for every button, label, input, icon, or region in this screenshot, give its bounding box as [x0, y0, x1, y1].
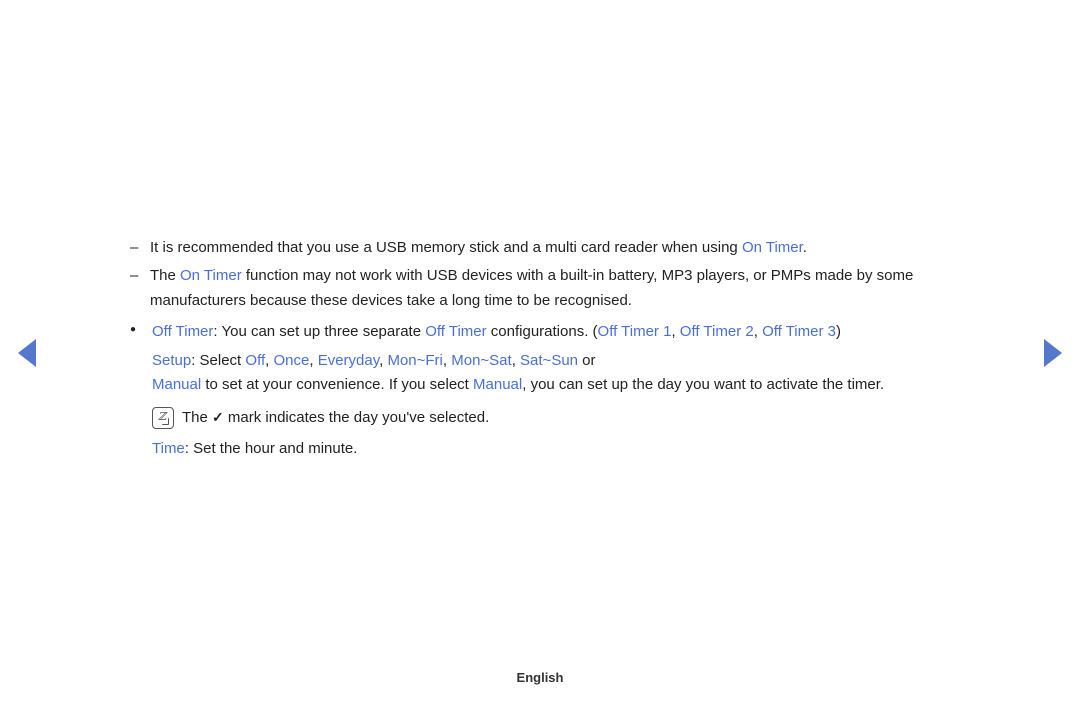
on-timer-link-1: On Timer	[742, 239, 803, 256]
page-container: It is recommended that you use a USB mem…	[0, 0, 1080, 705]
prev-page-arrow[interactable]	[18, 339, 36, 367]
manual-link-1: Manual	[152, 376, 201, 393]
setup-text1: : Select	[191, 352, 245, 369]
setup-text4: , you can set up the day you want to act…	[522, 376, 884, 393]
opt-mon-fri: Mon~Fri	[387, 352, 442, 369]
opt-once: Once	[273, 352, 309, 369]
off-timer-link-mid: Off Timer	[425, 323, 486, 340]
sep5: ,	[512, 352, 520, 369]
sep4: ,	[443, 352, 451, 369]
off-timer-close: )	[836, 323, 841, 340]
time-label: Time	[152, 440, 185, 457]
list-item: The On Timer function may not work with …	[130, 264, 950, 314]
off-timer-comma2: ,	[754, 323, 762, 340]
list-item: It is recommended that you use a USB mem…	[130, 236, 950, 261]
note-text: The ✓ mark indicates the day you've sele…	[182, 406, 489, 431]
time-line: Time: Set the hour and minute.	[152, 437, 950, 462]
dash-item-2-text: function may not work with USB devices w…	[150, 267, 913, 309]
next-page-arrow[interactable]	[1044, 339, 1062, 367]
manual-link-2: Manual	[473, 376, 522, 393]
footer-language: English	[517, 670, 564, 685]
off-timer-text1: : You can set up three separate	[213, 323, 425, 340]
sep2: ,	[309, 352, 317, 369]
off-timer-2-link: Off Timer 2	[680, 323, 754, 340]
content-area: It is recommended that you use a USB mem…	[130, 206, 950, 500]
off-timer-1-link: Off Timer 1	[598, 323, 672, 340]
setup-label: Setup	[152, 352, 191, 369]
time-text: : Set the hour and minute.	[185, 440, 358, 457]
opt-sat-sun: Sat~Sun	[520, 352, 578, 369]
setup-text3: to set at your convenience. If you selec…	[201, 376, 473, 393]
note-box: ℤ The ✓ mark indicates the day you've se…	[152, 406, 950, 431]
setup-text2: or	[578, 352, 596, 369]
setup-line: Setup: Select Off, Once, Everyday, Mon~F…	[152, 349, 950, 399]
checkmark-symbol: ✓	[212, 409, 224, 425]
off-timer-3-link: Off Timer 3	[762, 323, 836, 340]
off-timer-content: Off Timer: You can set up three separate…	[152, 320, 950, 462]
off-timer-label: Off Timer	[152, 323, 213, 340]
opt-mon-sat: Mon~Sat	[451, 352, 511, 369]
dash-item-2-the: The	[150, 267, 180, 284]
on-timer-link-2: On Timer	[180, 267, 242, 284]
note-icon: ℤ	[152, 407, 174, 429]
opt-off: Off	[245, 352, 265, 369]
off-timer-text-mid: configurations. (	[487, 323, 598, 340]
dash-item-1-text: It is recommended that you use a USB mem…	[150, 239, 742, 256]
opt-everyday: Everyday	[318, 352, 379, 369]
dash-list: It is recommended that you use a USB mem…	[130, 236, 950, 314]
off-timer-comma1: ,	[671, 323, 679, 340]
off-timer-section: Off Timer: You can set up three separate…	[130, 320, 950, 462]
dash-item-1-end: .	[803, 239, 807, 256]
note-symbol: ℤ	[158, 408, 166, 426]
